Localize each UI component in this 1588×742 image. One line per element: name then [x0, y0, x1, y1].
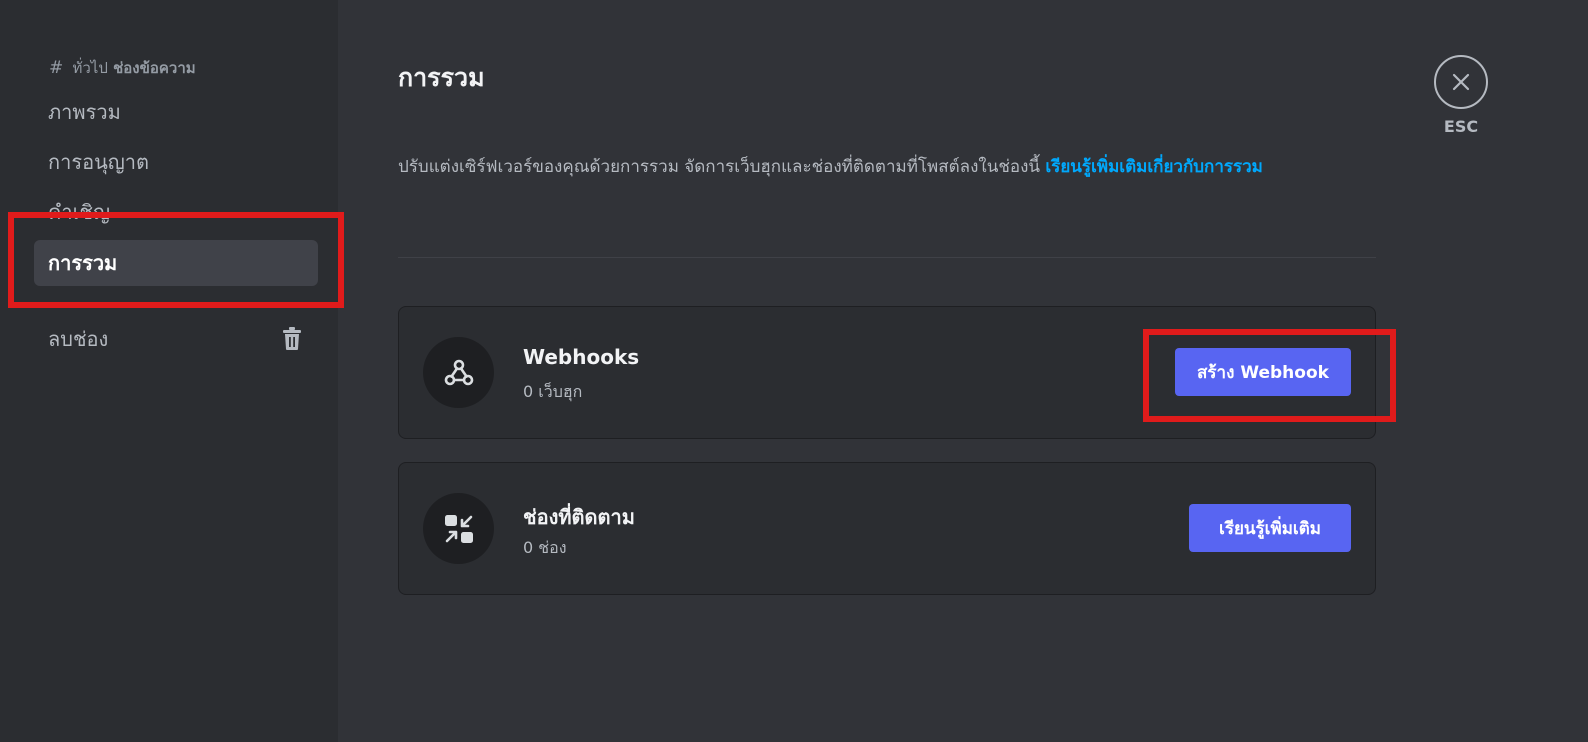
sidebar-item-integrations[interactable]: การรวม: [34, 240, 318, 286]
sidebar-item-permissions[interactable]: การอนุญาต: [34, 139, 318, 185]
divider: [398, 257, 1376, 258]
followed-channels-card: ช่องที่ติดตาม 0 ช่อง เรียนรู้เพิ่มเติม: [398, 462, 1376, 595]
webhooks-card: Webhooks 0 เว็บฮุก สร้าง Webhook: [398, 306, 1376, 439]
description-text: ปรับแต่งเซิร์ฟเวอร์ของคุณด้วยการรวม จัดก…: [398, 157, 1046, 177]
settings-window: # ทั่วไป ช่องข้อความ ภาพรวม การอนุญาต คำ…: [0, 0, 1588, 742]
webhook-icon: [423, 337, 494, 408]
learn-more-button[interactable]: เรียนรู้เพิ่มเติม: [1189, 504, 1351, 552]
learn-more-link[interactable]: เรียนรู้เพิ่มเติมเกี่ยวกับการรวม: [1045, 157, 1262, 177]
followed-channels-count: 0 ช่อง: [523, 538, 567, 557]
create-webhook-button[interactable]: สร้าง Webhook: [1175, 348, 1351, 396]
sidebar-item-label: ภาพรวม: [48, 100, 121, 124]
close-area: ESC: [1434, 55, 1488, 136]
sidebar-item-label: การรวม: [48, 251, 118, 275]
sidebar-item-label: คำเชิญ: [48, 200, 111, 224]
sidebar-item-invites[interactable]: คำเชิญ: [34, 189, 318, 235]
close-icon: [1452, 73, 1470, 91]
close-button[interactable]: [1434, 55, 1488, 109]
sidebar-header: # ทั่วไป ช่องข้อความ: [49, 56, 196, 80]
channel-type: ช่องข้อความ: [113, 59, 196, 77]
main-content: การรวม ปรับแต่งเซิร์ฟเวอร์ของคุณด้วยการร…: [338, 0, 1588, 742]
trash-icon: [283, 327, 301, 350]
webhooks-count: 0 เว็บฮุก: [523, 382, 583, 401]
channel-name: ทั่วไป: [72, 59, 108, 77]
follow-icon: [423, 493, 494, 564]
sidebar-item-label: ลบช่อง: [48, 327, 109, 351]
hash-icon: #: [49, 58, 64, 78]
webhooks-title: Webhooks: [523, 345, 640, 369]
sidebar-item-label: การอนุญาต: [48, 150, 150, 174]
page-description: ปรับแต่งเซิร์ฟเวอร์ของคุณด้วยการรวม จัดก…: [398, 152, 1378, 182]
sidebar-item-overview[interactable]: ภาพรวม: [34, 89, 318, 135]
esc-label: ESC: [1443, 117, 1479, 136]
sidebar: # ทั่วไป ช่องข้อความ ภาพรวม การอนุญาต คำ…: [0, 0, 338, 742]
followed-channels-title: ช่องที่ติดตาม: [523, 505, 635, 529]
delete-channel-button[interactable]: ลบช่อง: [34, 316, 318, 362]
page-title: การรวม: [398, 63, 485, 92]
